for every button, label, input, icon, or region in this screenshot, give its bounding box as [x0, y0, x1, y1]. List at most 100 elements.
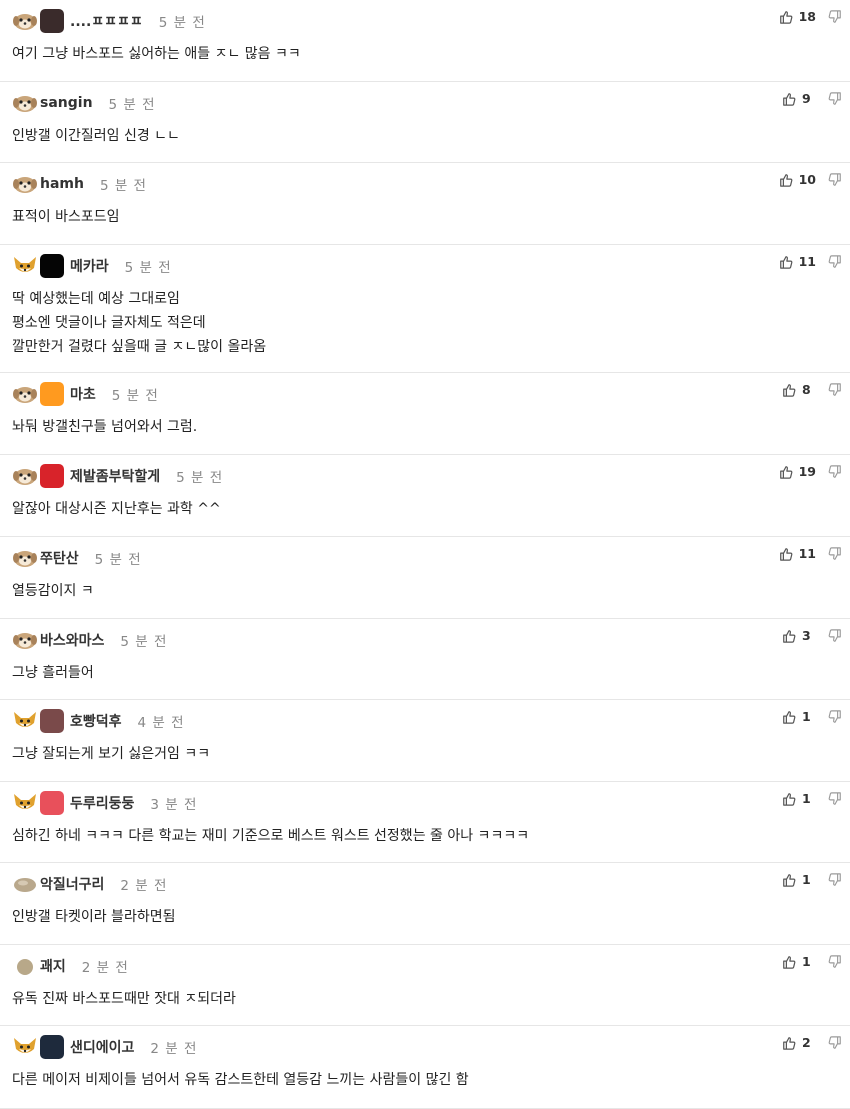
comment-item: 샌디에이고 2 분 전다른 메이저 비제이들 넘어서 유독 감스트한테 열등감 느… [0, 1026, 850, 1109]
thumbs-down-icon [828, 1035, 842, 1050]
comment-header: hamh 5 분 전 [12, 173, 147, 195]
comment-item: 괘지 2 분 전유독 진짜 바스포드때만 잣대 ㅈ되더라 1 [0, 945, 850, 1026]
dislike-button[interactable] [828, 464, 842, 479]
comment-header: 메카라 5 분 전 [12, 254, 172, 278]
like-count: 1 [802, 954, 811, 969]
thumbs-up-icon [782, 383, 802, 397]
like-button[interactable]: 8 [782, 382, 816, 397]
thumbs-up-icon [782, 710, 802, 724]
dislike-button[interactable] [828, 709, 842, 724]
like-button[interactable]: 11 [779, 546, 816, 561]
comment-line: 심하긴 하네 ㅋㅋㅋ 다른 학교는 재미 기준으로 베스트 워스트 선정했는 줄… [12, 828, 530, 844]
comment-item: 바스와마스 5 분 전 그냥 흘러들어 3 [0, 619, 850, 700]
comment-text: 열등감이지 ㅋ [12, 579, 94, 603]
like-count: 9 [802, 91, 811, 106]
dislike-button[interactable] [828, 382, 842, 397]
thumbs-down-icon [828, 172, 842, 187]
dislike-button[interactable] [828, 91, 842, 106]
vote-controls: 11 [779, 546, 842, 561]
avatar[interactable] [40, 464, 64, 488]
comment-header: 괘지 2 분 전 [12, 955, 129, 977]
vote-controls: 1 [782, 791, 842, 806]
timestamp: 5 분 전 [176, 470, 224, 486]
like-button[interactable]: 10 [779, 172, 816, 187]
egg-level-icon [12, 874, 40, 894]
timestamp: 5 분 전 [99, 178, 147, 194]
comment-item: 제발좀부탁할게 5 분 전 알잖아 대상시즌 지난후는 과학 ^^ 19 [0, 455, 850, 537]
dislike-button[interactable] [828, 954, 842, 969]
like-button[interactable]: 1 [782, 872, 816, 887]
timestamp: 3 분 전 [150, 797, 198, 813]
like-button[interactable]: 2 [782, 1035, 816, 1050]
nickname[interactable]: 샌디에이고 [70, 1037, 134, 1057]
comment-header: 호빵덕후 4 분 전 [12, 709, 185, 733]
nickname[interactable]: 두루리둥둥 [70, 793, 134, 813]
timestamp: 4 분 전 [137, 715, 185, 731]
dislike-button[interactable] [828, 9, 842, 24]
nickname[interactable]: 악질너구리 [40, 874, 104, 894]
thumbs-down-icon [828, 382, 842, 397]
comment-text: 인방갤 이간질러임 신경 ㄴㄴ [12, 124, 180, 148]
like-button[interactable]: 1 [782, 709, 816, 724]
comment-text: 놔둬 방갤친구들 넘어와서 그럼. [12, 415, 197, 439]
dislike-button[interactable] [828, 254, 842, 269]
dislike-button[interactable] [828, 628, 842, 643]
nickname[interactable]: 쭈탄산 [40, 548, 79, 568]
like-button[interactable]: 18 [779, 9, 816, 24]
like-button[interactable]: 3 [782, 628, 816, 643]
like-button[interactable]: 11 [779, 254, 816, 269]
thumbs-down-icon [828, 464, 842, 479]
comment-line: 다른 메이저 비제이들 넘어서 유독 감스트한테 열등감 느끼는 사람들이 많긴… [12, 1072, 469, 1088]
comment-text: 유독 진짜 바스포드때만 잣대 ㅈ되더라 [12, 987, 236, 1011]
like-button[interactable]: 1 [782, 954, 816, 969]
avatar[interactable] [40, 382, 64, 406]
thumbs-up-icon [782, 792, 802, 806]
comment-line: 딱 예상했는데 예상 그대로임 [12, 291, 180, 307]
comment-line: 놔둬 방갤친구들 넘어와서 그럼. [12, 419, 198, 435]
nickname[interactable]: ....ㅍㅍㅍㅍ [70, 11, 143, 31]
avatar[interactable] [40, 1035, 64, 1059]
nickname[interactable]: sangin [40, 95, 93, 111]
avatar[interactable] [40, 9, 64, 33]
nickname[interactable]: 메카라 [70, 256, 109, 276]
thumbs-down-icon [828, 954, 842, 969]
vote-controls: 8 [782, 382, 842, 397]
dislike-button[interactable] [828, 172, 842, 187]
comment-text: 인방갤 타켓이라 블라하면됨 [12, 905, 175, 929]
like-button[interactable]: 1 [782, 791, 816, 806]
timestamp: 5 분 전 [158, 15, 206, 31]
comment-item: 마초 5 분 전놔둬 방갤친구들 넘어와서 그럼. 8 [0, 373, 850, 455]
timestamp: 2 분 전 [150, 1041, 198, 1057]
nickname[interactable]: 호빵덕후 [70, 711, 122, 731]
like-button[interactable]: 9 [782, 91, 816, 106]
thumbs-down-icon [828, 628, 842, 643]
avatar[interactable] [40, 791, 64, 815]
comment-item: 악질너구리 2 분 전 인방갤 타켓이라 블라하면됨 1 [0, 863, 850, 945]
dislike-button[interactable] [828, 546, 842, 561]
dog-level-icon [12, 93, 40, 113]
dislike-button[interactable] [828, 1035, 842, 1050]
comment-item: sangin 5 분 전인방갤 이간질러임 신경 ㄴㄴ 9 [0, 82, 850, 163]
nickname[interactable]: 바스와마스 [40, 630, 104, 650]
nickname[interactable]: hamh [40, 176, 84, 192]
comment-text: 그냥 잘되는게 보기 싫은거임 ㅋㅋ [12, 742, 210, 766]
like-count: 1 [802, 872, 811, 887]
nickname[interactable]: 제발좀부탁할게 [70, 466, 160, 486]
nickname[interactable]: 괘지 [40, 956, 66, 976]
like-count: 19 [798, 464, 816, 479]
comment-item: 호빵덕후 4 분 전그냥 잘되는게 보기 싫은거임 ㅋㅋ 1 [0, 700, 850, 782]
comment-header: sangin 5 분 전 [12, 92, 156, 114]
nickname[interactable]: 마초 [70, 384, 96, 404]
dislike-button[interactable] [828, 872, 842, 887]
avatar[interactable] [40, 254, 64, 278]
comment-line: 그냥 잘되는게 보기 싫은거임 ㅋㅋ [12, 746, 211, 762]
timestamp: 5 분 전 [111, 388, 159, 404]
comment-header: 마초 5 분 전 [12, 382, 159, 406]
fox-level-icon [12, 256, 40, 276]
dislike-button[interactable] [828, 791, 842, 806]
dog-level-icon [12, 630, 40, 650]
like-button[interactable]: 19 [779, 464, 816, 479]
avatar[interactable] [40, 709, 64, 733]
comment-line: 열등감이지 ㅋ [12, 583, 94, 599]
dot-level-icon [12, 956, 40, 976]
